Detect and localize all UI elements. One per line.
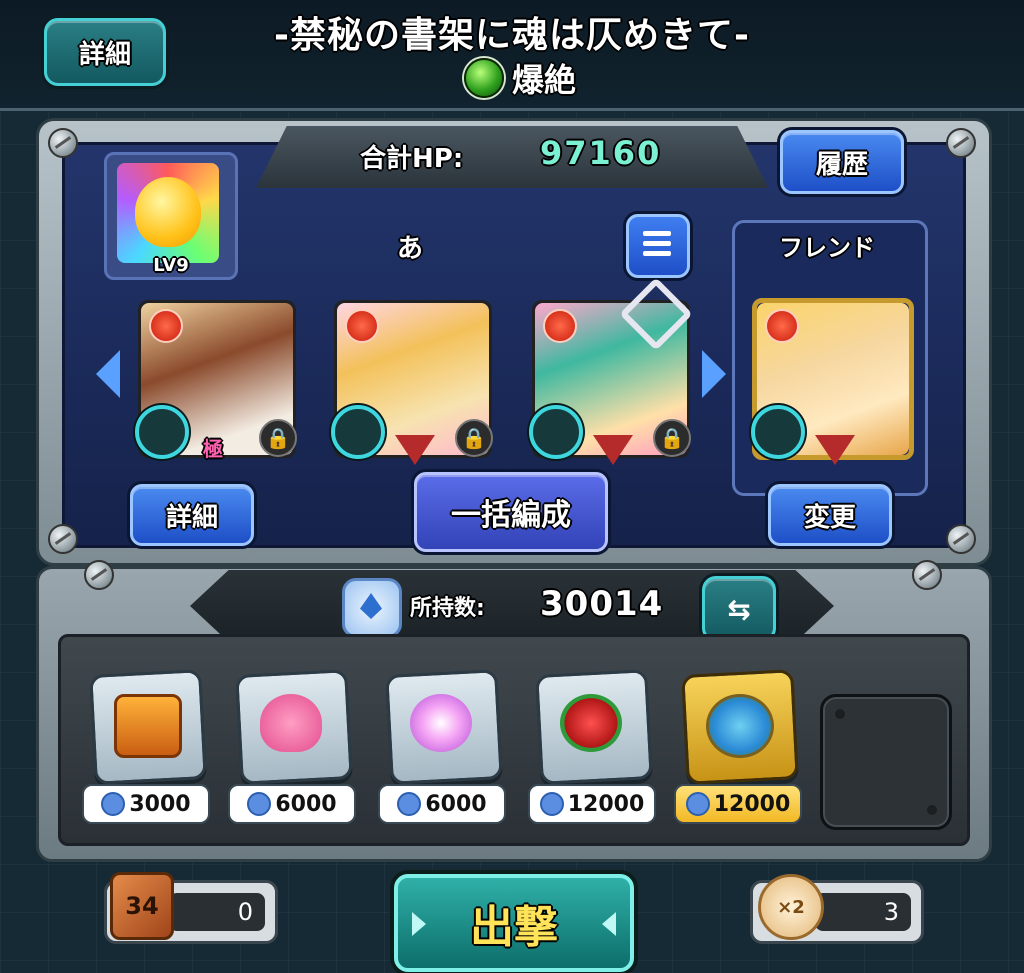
list-icon — [643, 251, 671, 256]
speed-orb-icon — [410, 694, 472, 752]
empty-item-slot — [820, 694, 952, 830]
friend-change-button[interactable]: 変更 — [768, 484, 892, 546]
wood-element-icon — [463, 58, 504, 98]
leader-level: LV9 — [153, 255, 189, 276]
item-price: 3000 — [82, 784, 210, 824]
bolt-icon — [946, 524, 976, 554]
sortie-button[interactable]: 出撃 — [394, 874, 634, 972]
party-member-slot-2[interactable]: 🔒 — [331, 300, 493, 465]
bolt-icon — [48, 128, 78, 158]
stage-title: -禁秘の書架に魂は仄めきて- — [274, 15, 750, 56]
fire-element-icon — [765, 309, 799, 343]
coin-icon — [342, 578, 402, 638]
heart-icon — [260, 694, 322, 752]
item-price-value: 3000 — [129, 791, 191, 817]
rarity-badge: 極 — [203, 437, 223, 461]
stage-detail-label: 詳細 — [78, 39, 131, 70]
party-member-slot-1[interactable]: 🔒 極 — [135, 300, 297, 461]
total-hp-label: 合計HP: — [360, 144, 464, 174]
coin-icon — [539, 792, 564, 816]
leader-item[interactable]: LV9 — [104, 152, 238, 280]
item-price-value: 12000 — [713, 791, 791, 817]
coin-icon — [247, 792, 272, 816]
chevron-left-icon — [412, 912, 426, 936]
treasure-chest-icon — [114, 694, 182, 758]
lock-icon: 🔒 — [455, 419, 493, 457]
exchange-button[interactable]: ⇆ — [702, 576, 776, 642]
deck-name: あ — [396, 234, 423, 264]
ability-ring-icon — [331, 405, 385, 459]
bolt-icon — [84, 560, 114, 590]
difficulty: 爆絶 — [420, 56, 620, 100]
total-hp-value: 97160 — [540, 134, 662, 172]
lock-icon: 🔒 — [653, 419, 691, 457]
member-detail-button[interactable]: 詳細 — [130, 484, 254, 546]
dice-icon: 34 — [110, 872, 174, 940]
member-detail-label: 詳細 — [165, 502, 218, 533]
coin-icon — [685, 792, 710, 816]
coin-icon — [397, 792, 422, 816]
ability-ring-icon — [529, 405, 583, 459]
friend-change-label: 変更 — [803, 502, 856, 533]
prev-member-arrow-icon[interactable] — [96, 350, 120, 398]
chevron-right-icon — [602, 912, 616, 936]
shop-item-heart[interactable]: 6000 — [226, 669, 356, 824]
batch-edit-label: 一括編成 — [451, 498, 571, 533]
dice-count: 0 — [169, 893, 265, 931]
item-price: 6000 — [378, 784, 506, 824]
fire-element-icon — [543, 309, 577, 343]
total-hp-bar — [256, 126, 768, 188]
coin-icon — [101, 792, 126, 816]
shop-item-strawberry[interactable]: 12000 — [526, 669, 656, 824]
lock-icon: 🔒 — [259, 419, 297, 457]
item-price: 12000 — [674, 784, 802, 824]
item-price: 12000 — [528, 784, 656, 824]
compass-icon — [706, 694, 774, 758]
ability-ring-icon — [135, 405, 189, 459]
ability-ring-icon — [751, 405, 805, 459]
shop-item-compass[interactable]: 12000 — [672, 669, 802, 824]
currency-value: 30014 — [540, 584, 664, 624]
sortie-label: 出撃 — [470, 902, 558, 953]
deck-list-button[interactable] — [626, 214, 690, 278]
next-member-arrow-icon[interactable] — [702, 350, 726, 398]
swap-arrows-icon: ⇆ — [727, 592, 751, 626]
strawberry-icon — [560, 694, 622, 752]
shop-item-treasure-chest[interactable]: 3000 — [80, 669, 210, 824]
item-price: 6000 — [228, 784, 356, 824]
shop-item-speed-orb[interactable]: 6000 — [376, 669, 506, 824]
item-price-value: 6000 — [275, 791, 337, 817]
fire-element-icon — [149, 309, 183, 343]
list-icon — [643, 241, 671, 246]
double-boost-icon: ×2 — [758, 874, 824, 940]
fire-element-icon — [345, 309, 379, 343]
friend-member-slot[interactable] — [751, 298, 914, 465]
history-label: 履歴 — [815, 149, 868, 180]
currency-label: 所持数: — [410, 596, 485, 621]
item-price-value: 6000 — [425, 791, 487, 817]
leader-portrait — [117, 163, 219, 263]
bolt-icon — [946, 128, 976, 158]
history-button[interactable]: 履歴 — [780, 130, 904, 194]
list-icon — [643, 231, 671, 236]
difficulty-label: 爆絶 — [511, 61, 576, 99]
item-price-value: 12000 — [567, 791, 645, 817]
boost-count: 3 — [815, 893, 911, 931]
friend-label: フレンド — [779, 234, 875, 262]
stage-detail-button[interactable]: 詳細 — [44, 18, 166, 86]
bolt-icon — [912, 560, 942, 590]
bolt-icon — [48, 524, 78, 554]
batch-edit-button[interactable]: 一括編成 — [414, 472, 608, 552]
